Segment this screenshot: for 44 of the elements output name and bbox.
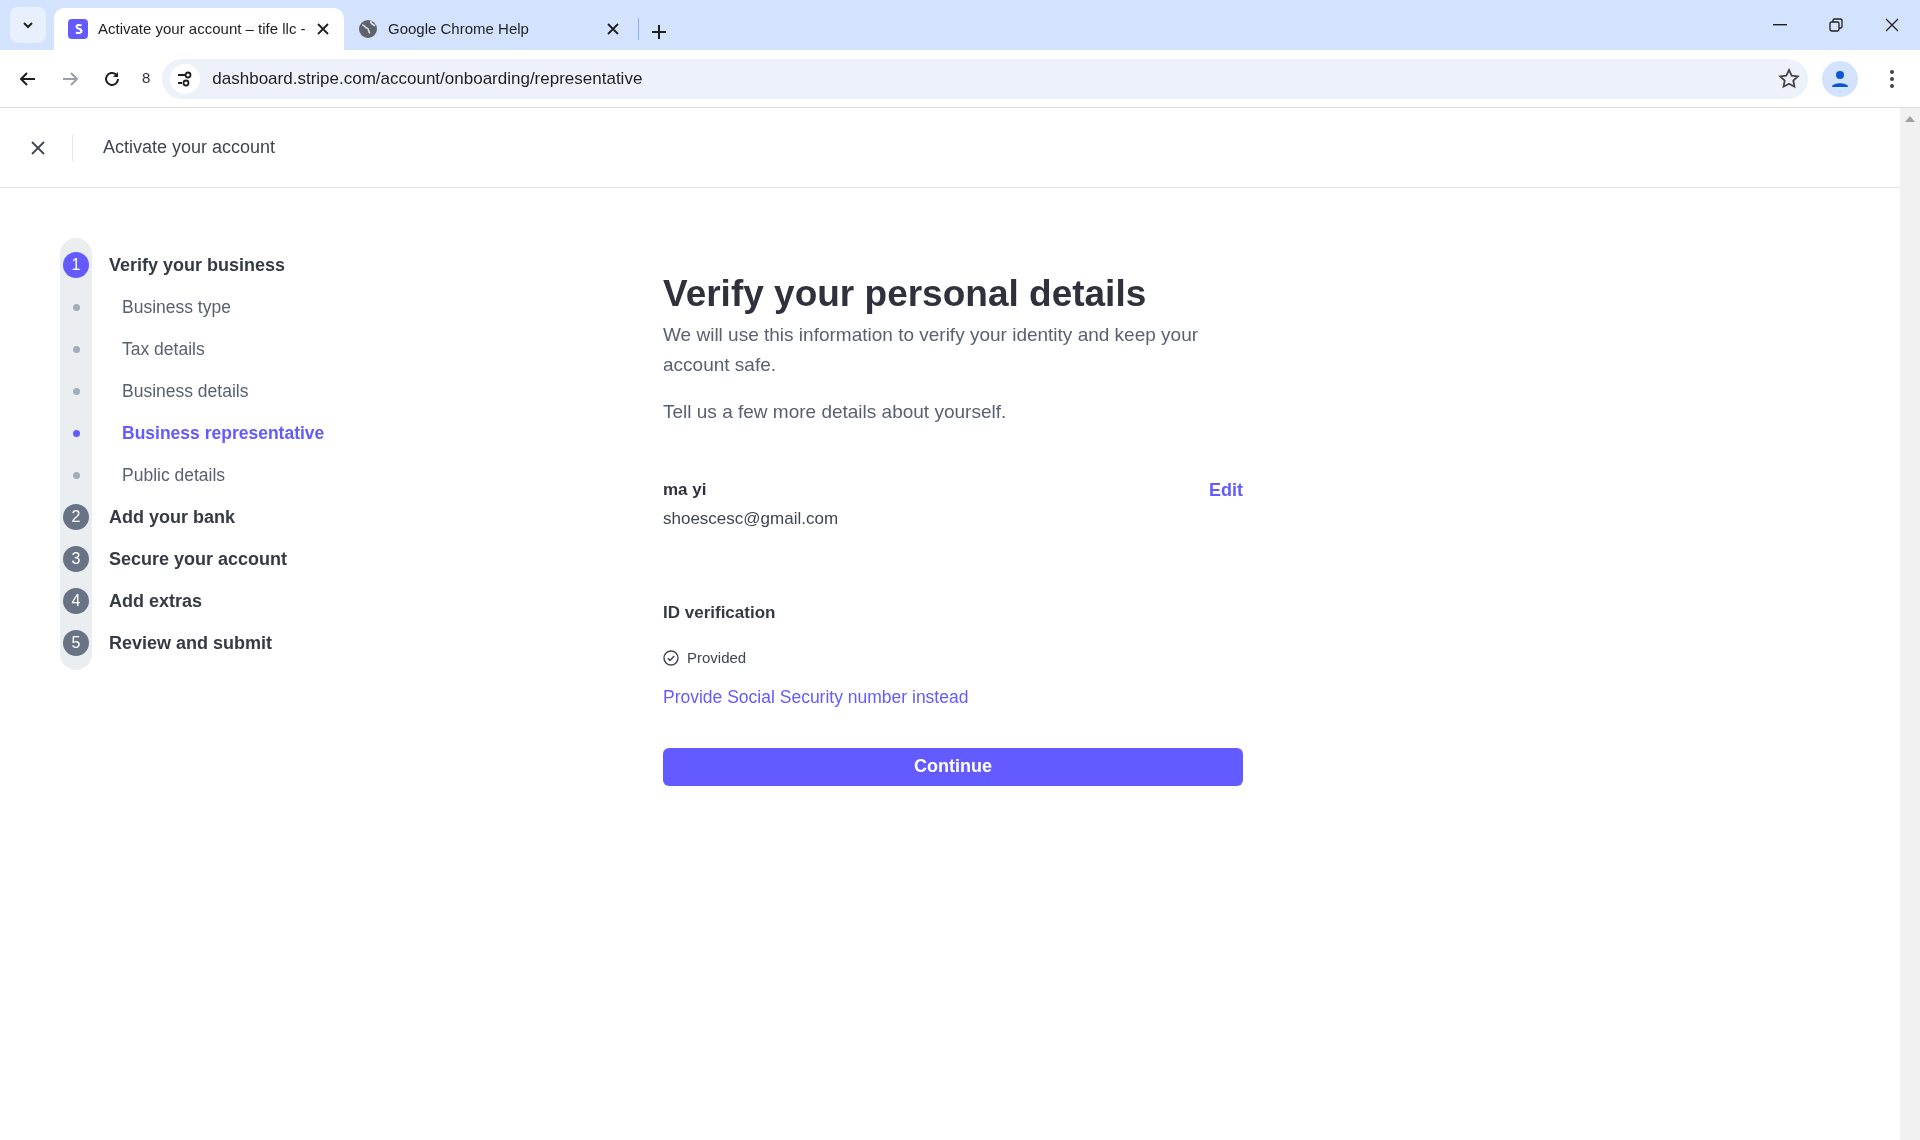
continue-button[interactable]: Continue bbox=[663, 747, 1243, 786]
back-arrow-icon bbox=[19, 69, 37, 88]
edit-link[interactable]: Edit bbox=[1209, 476, 1243, 504]
person-name: ma yi bbox=[663, 478, 708, 501]
status-text: Provided bbox=[687, 648, 747, 669]
close-icon bbox=[316, 22, 330, 36]
url-text: dashboard.stripe.com/account/onboarding/representative bbox=[212, 67, 643, 90]
minimize-icon bbox=[1773, 24, 1787, 26]
substep-link[interactable]: Public details bbox=[122, 461, 226, 489]
browser-tab[interactable]: Activate your account – tife llc - bbox=[54, 8, 344, 50]
plus-icon bbox=[651, 23, 667, 40]
reload-icon bbox=[103, 69, 121, 88]
ssn-link[interactable]: Provide Social Security number instead bbox=[663, 683, 969, 710]
check-circle-icon bbox=[663, 650, 679, 667]
page-heading: Verify your personal details bbox=[663, 272, 1148, 316]
step-link[interactable]: Add extras bbox=[109, 587, 203, 615]
section-title: ID verification bbox=[663, 601, 777, 624]
close-icon bbox=[31, 140, 45, 155]
stripe-logo-icon bbox=[68, 19, 88, 39]
prompt-text: Tell us a few more details about yourself. bbox=[663, 400, 1008, 425]
menu-dots-icon bbox=[1889, 68, 1895, 89]
substep-link[interactable]: Business details bbox=[122, 377, 249, 405]
profile-button[interactable] bbox=[1822, 60, 1858, 97]
forward-arrow-icon bbox=[61, 69, 79, 88]
substep-link[interactable]: Business representative bbox=[122, 419, 325, 447]
step-link[interactable]: Add your bank bbox=[109, 503, 235, 531]
page-title: Activate your account bbox=[103, 136, 276, 159]
step-link[interactable]: Review and submit bbox=[109, 629, 273, 657]
address-bar[interactable]: dashboard.stripe.com/account/onboarding/representative bbox=[162, 58, 1808, 99]
substep-link[interactable]: Business type bbox=[122, 293, 231, 321]
globe-icon bbox=[358, 19, 378, 39]
person-email: shoescesc@gmail.com bbox=[663, 508, 839, 531]
substep-link[interactable]: Tax details bbox=[122, 335, 205, 363]
star-icon[interactable] bbox=[1778, 67, 1800, 90]
intro-text: We will use this information to verify your identity and keep your account safe. bbox=[663, 323, 1200, 377]
close-icon bbox=[606, 22, 620, 36]
reload-count: 8 bbox=[142, 68, 151, 89]
close-icon bbox=[1884, 17, 1900, 33]
restore-icon bbox=[1828, 17, 1844, 33]
browser-tab[interactable]: Google Chrome Help bbox=[344, 8, 634, 50]
step-link[interactable]: Verify your business bbox=[109, 251, 286, 279]
step-link[interactable]: Secure your account bbox=[109, 545, 288, 573]
person-icon bbox=[1830, 68, 1850, 89]
scroll-up-icon bbox=[1905, 116, 1915, 122]
